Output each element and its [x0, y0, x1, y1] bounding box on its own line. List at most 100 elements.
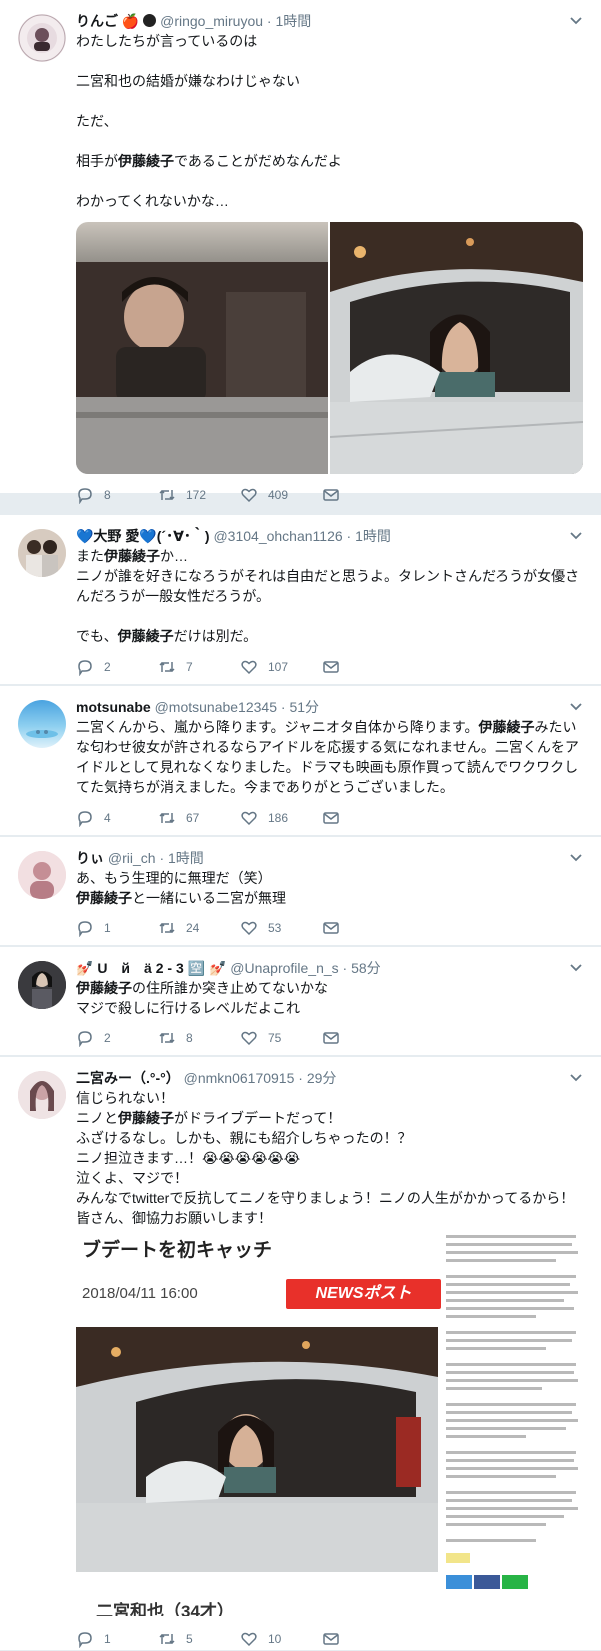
envelope-icon: [323, 661, 339, 673]
tweet-line: ニノ担泣きます…！😭😭😭😭😭😭: [76, 1150, 301, 1166]
retweet-icon: [159, 661, 175, 673]
display-name[interactable]: りぃ: [76, 850, 104, 866]
retweet-count: 5: [186, 1632, 193, 1646]
tweet-line: また伊藤綾子か…: [76, 548, 188, 564]
tweet-actions: 1 24 53: [76, 918, 404, 938]
retweet-button[interactable]: 67: [158, 808, 240, 828]
handle[interactable]: @3104_ohchan1126: [213, 528, 342, 544]
chevron-down-icon[interactable]: [569, 1070, 583, 1084]
timestamp[interactable]: 1時間: [168, 850, 204, 866]
handle[interactable]: @motsunabe12345: [155, 699, 277, 715]
avatar[interactable]: [18, 14, 66, 62]
tweet-line: 泣くよ、マジで！: [76, 1170, 188, 1186]
reply-count: 4: [104, 811, 111, 825]
tweet-line: ふざけるなし。しかも、親にも紹介しちゃったの！？: [76, 1130, 412, 1146]
timestamp[interactable]: 58分: [351, 960, 381, 976]
tweet-line: ただ、: [76, 113, 118, 129]
reply-count: 1: [104, 921, 111, 935]
tweet-5[interactable]: 💅🏻 U й ä 2 - 3 🈳 💅🏻 @Unaprofile_n_s · 58…: [0, 947, 601, 1056]
tweet-1[interactable]: りんご 🍎 @ringo_miruyou · 1時間 わたしたちが言っているのは…: [0, 0, 601, 504]
tweet-4[interactable]: りぃ @rii_ch · 1時間 あ、もう生理的に無理だ（笑） 伊藤綾子と一緒に…: [0, 837, 601, 946]
display-name[interactable]: りんご: [76, 13, 118, 29]
handle[interactable]: @rii_ch: [108, 850, 156, 866]
like-count: 53: [268, 921, 282, 935]
article-date: 2018/04/11 16:00: [82, 1285, 198, 1302]
highlighted-term: 伊藤綾子: [118, 1110, 174, 1126]
tweet-line: [76, 51, 583, 71]
dm-button[interactable]: [322, 918, 404, 938]
tweet-text: 信じられない！ ニノと伊藤綾子がドライブデートだって！ ふざけるなし。しかも、親…: [76, 1088, 583, 1228]
like-button[interactable]: 10: [240, 1629, 322, 1649]
like-count: 107: [268, 660, 289, 674]
retweet-button[interactable]: 7: [158, 657, 240, 677]
retweet-button[interactable]: 8: [158, 1028, 240, 1048]
like-button[interactable]: 75: [240, 1028, 322, 1048]
tweet-line: 信じられない！: [76, 1090, 174, 1106]
handle[interactable]: @Unaprofile_n_s: [230, 960, 338, 976]
dm-button[interactable]: [322, 1028, 404, 1048]
tweet-6[interactable]: 二宮みー（.°-°） @nmkn06170915 · 29分 信じられない！ ニ…: [0, 1057, 601, 1651]
tweet-2[interactable]: 💙大野 愛💙(´･∀･｀) @3104_ohchan1126 · 1時間 また伊…: [0, 515, 601, 685]
tweet-actions: 4 67 186: [76, 808, 404, 828]
avatar[interactable]: [18, 529, 66, 577]
avatar[interactable]: [18, 961, 66, 1009]
like-button[interactable]: 53: [240, 918, 322, 938]
retweet-button[interactable]: 24: [158, 918, 240, 938]
tweet-header: motsunabe @motsunabe12345 · 51分: [76, 699, 320, 715]
display-name[interactable]: 二宮みー（.°-°）: [76, 1070, 180, 1086]
handle[interactable]: @ringo_miruyou: [160, 13, 263, 29]
reply-icon: [78, 811, 92, 827]
timestamp[interactable]: 29分: [307, 1070, 337, 1086]
retweet-icon: [159, 922, 175, 934]
chevron-down-icon[interactable]: [569, 13, 583, 27]
reply-button[interactable]: 4: [76, 808, 158, 828]
retweet-count: 67: [186, 811, 200, 825]
photo-left[interactable]: [76, 222, 328, 474]
handle[interactable]: @nmkn06170915: [184, 1070, 295, 1086]
heart-icon: [241, 1031, 257, 1046]
reply-button[interactable]: 1: [76, 918, 158, 938]
timestamp[interactable]: 1時間: [275, 13, 311, 29]
chevron-down-icon[interactable]: [569, 699, 583, 713]
retweet-count: 24: [186, 921, 200, 935]
chevron-down-icon[interactable]: [569, 528, 583, 542]
display-name[interactable]: 💅🏻 U й ä 2 - 3 🈳 💅🏻: [76, 960, 226, 976]
retweet-button[interactable]: 172: [158, 485, 240, 505]
like-button[interactable]: 107: [240, 657, 322, 677]
article-screenshot[interactable]: ブデートを初キャッチ 2018/04/11 16:00 NEWSポスト 二宮和也…: [76, 1231, 583, 1616]
display-name[interactable]: motsunabe: [76, 699, 151, 715]
reply-button[interactable]: 2: [76, 657, 158, 677]
like-button[interactable]: 186: [240, 808, 322, 828]
timestamp[interactable]: 1時間: [355, 528, 391, 544]
tweet-text: 二宮くんから、嵐から降ります。ジャニオタ自体から降ります。伊藤綾子みたいな匂わせ…: [76, 717, 583, 797]
like-count: 75: [268, 1031, 282, 1045]
avatar[interactable]: [18, 1071, 66, 1119]
dm-button[interactable]: [322, 808, 404, 828]
retweet-button[interactable]: 5: [158, 1629, 240, 1649]
dm-button[interactable]: [322, 1629, 404, 1649]
reply-icon: [78, 1031, 92, 1047]
reply-button[interactable]: 2: [76, 1028, 158, 1048]
avatar[interactable]: [18, 700, 66, 748]
heart-icon: [241, 488, 257, 503]
like-button[interactable]: 409: [240, 485, 322, 505]
avatar[interactable]: [18, 851, 66, 899]
reply-button[interactable]: 8: [76, 485, 158, 505]
reply-icon: [78, 1632, 92, 1648]
dm-button[interactable]: [322, 485, 404, 505]
heart-icon: [241, 1632, 257, 1647]
timestamp[interactable]: 51分: [289, 699, 319, 715]
tweet-line: あ、もう生理的に無理だ（笑）: [76, 870, 272, 886]
envelope-icon: [323, 812, 339, 824]
reply-button[interactable]: 1: [76, 1629, 158, 1649]
tweet-3[interactable]: motsunabe @motsunabe12345 · 51分 二宮くんから、嵐…: [0, 686, 601, 836]
display-name[interactable]: 💙大野 愛💙(´･∀･｀): [76, 528, 210, 544]
chevron-down-icon[interactable]: [569, 850, 583, 864]
tweet-line: マジで殺しに行けるレベルだよこれ: [76, 1000, 300, 1016]
chevron-down-icon[interactable]: [569, 960, 583, 974]
dm-button[interactable]: [322, 657, 404, 677]
photo-right[interactable]: [330, 222, 583, 474]
heart-icon: [241, 660, 257, 675]
tweet-line: 伊藤綾子と一緒にいる二宮が無理: [76, 890, 286, 906]
dark-circle-icon: [143, 14, 157, 27]
